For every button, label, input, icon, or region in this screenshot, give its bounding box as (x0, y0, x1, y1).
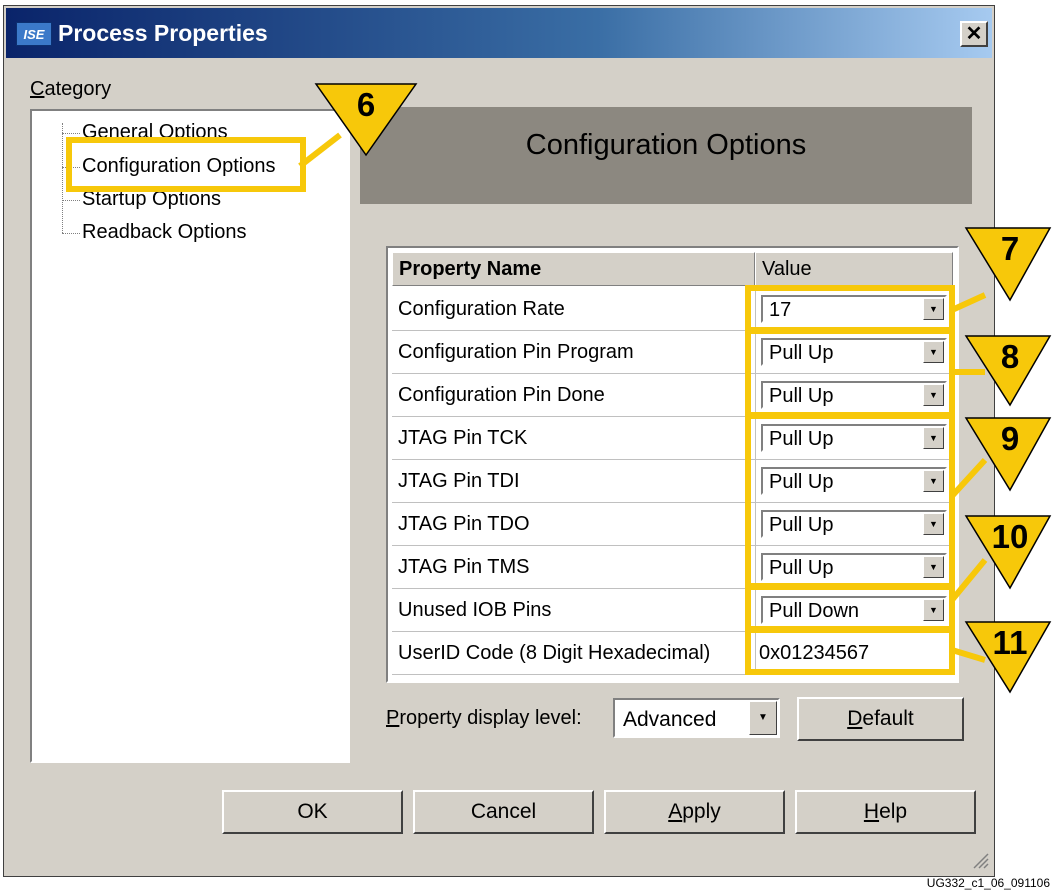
callout-9: 9 (1000, 420, 1020, 457)
callout-11: 11 (992, 624, 1028, 661)
figure-id: UG332_c1_06_091106 (926, 876, 1050, 890)
callout-6: 6 (356, 86, 376, 123)
callout-graphics (298, 83, 1052, 694)
callout-7: 7 (1000, 230, 1020, 267)
callout-10: 10 (991, 518, 1029, 555)
callout-8: 8 (1000, 338, 1020, 375)
